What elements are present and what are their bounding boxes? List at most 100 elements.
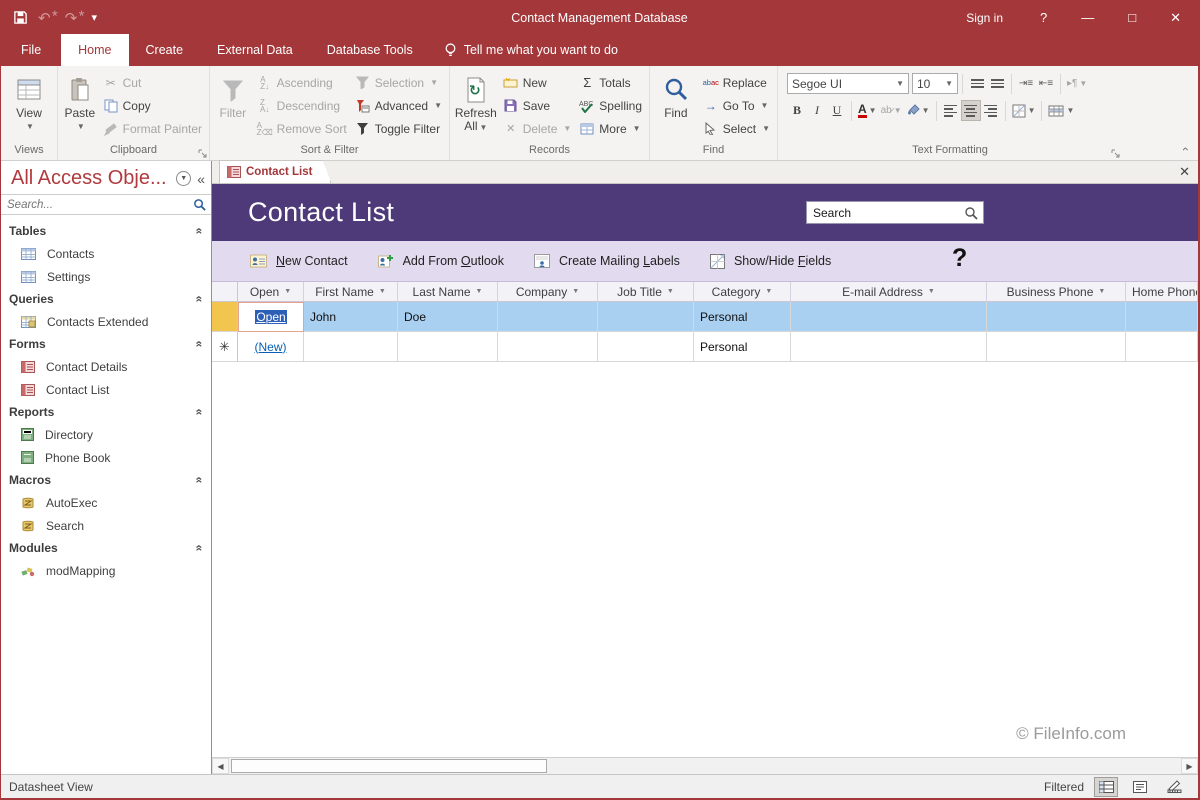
copy-button[interactable]: Copy: [99, 94, 206, 117]
chevron-down-icon[interactable]: ▼: [572, 288, 579, 295]
sign-in-button[interactable]: Sign in: [946, 1, 1023, 34]
cell-category[interactable]: Personal: [694, 332, 791, 362]
column-header-business-phone[interactable]: Business Phone▼: [987, 282, 1126, 302]
collapse-section-icon[interactable]: «: [193, 341, 207, 348]
help-question-mark[interactable]: ?: [952, 244, 967, 273]
totals-button[interactable]: Σ Totals: [575, 71, 646, 94]
tab-external-data[interactable]: External Data: [200, 34, 310, 66]
nav-item-settings[interactable]: Settings: [1, 265, 211, 288]
chevron-down-icon[interactable]: ▼: [1098, 288, 1105, 295]
decrease-indent-button[interactable]: ⇤≡: [1036, 73, 1056, 94]
cell-last-name[interactable]: [398, 332, 498, 362]
search-icon[interactable]: [959, 206, 983, 220]
nav-item-autoexec[interactable]: AutoExec: [1, 491, 211, 514]
cell-home-phone[interactable]: [1126, 302, 1198, 332]
close-object-icon[interactable]: ✕: [1179, 164, 1190, 180]
nav-item-modmapping[interactable]: modMapping: [1, 559, 211, 582]
collapse-section-icon[interactable]: «: [193, 409, 207, 416]
collapse-section-icon[interactable]: «: [193, 228, 207, 235]
chevron-down-icon[interactable]: ▼: [667, 288, 674, 295]
cell-first-name[interactable]: [304, 332, 398, 362]
close-button[interactable]: ✕: [1153, 1, 1198, 34]
collapse-ribbon-icon[interactable]: ‹: [1179, 147, 1193, 151]
open-record-cell[interactable]: (New): [238, 332, 304, 362]
collapse-section-icon[interactable]: «: [193, 545, 207, 552]
cell-business-phone[interactable]: [987, 332, 1126, 362]
scroll-left-icon[interactable]: ◀: [212, 758, 229, 774]
nav-section-macros[interactable]: Macros«: [1, 469, 211, 491]
tab-create[interactable]: Create: [129, 34, 201, 66]
tab-file[interactable]: File: [1, 34, 61, 66]
cell-company[interactable]: [498, 302, 598, 332]
replace-button[interactable]: abac Replace: [699, 71, 774, 94]
new-record-selector[interactable]: ✳: [212, 332, 238, 362]
minimize-button[interactable]: —: [1064, 1, 1111, 34]
nav-item-contacts-extended[interactable]: Contacts Extended: [1, 310, 211, 333]
cell-job-title[interactable]: [598, 332, 694, 362]
chevron-down-icon[interactable]: ▼: [379, 288, 386, 295]
scroll-right-icon[interactable]: ▶: [1181, 758, 1198, 774]
cell-email[interactable]: [791, 332, 987, 362]
column-header-last-name[interactable]: Last Name▼: [398, 282, 498, 302]
cell-job-title[interactable]: [598, 302, 694, 332]
save-icon[interactable]: [13, 10, 28, 25]
nav-section-forms[interactable]: Forms«: [1, 333, 211, 355]
chevron-down-icon[interactable]: ▼: [928, 288, 935, 295]
help-button[interactable]: ?: [1023, 1, 1064, 34]
cell-business-phone[interactable]: [987, 302, 1126, 332]
nav-item-phone-book[interactable]: Phone Book: [1, 446, 211, 469]
contact-search-input[interactable]: [807, 206, 959, 220]
toggle-filter-button[interactable]: Toggle Filter: [351, 117, 446, 140]
select-all-corner[interactable]: [212, 282, 238, 302]
chevron-down-icon[interactable]: ▼: [765, 288, 772, 295]
gridlines-button[interactable]: ▼: [1010, 100, 1038, 121]
shutter-bar-close-icon[interactable]: «: [197, 171, 205, 187]
chevron-down-icon[interactable]: ▼: [476, 288, 483, 295]
paste-button[interactable]: Paste ▼: [61, 68, 99, 133]
column-header-company[interactable]: Company▼: [498, 282, 598, 302]
tab-database-tools[interactable]: Database Tools: [310, 34, 430, 66]
clipboard-dialog-launcher-icon[interactable]: [198, 149, 207, 158]
tab-contact-list[interactable]: Contact List: [219, 160, 331, 183]
maximize-button[interactable]: □: [1111, 1, 1153, 34]
add-from-outlook-button[interactable]: Add From Outlook: [370, 251, 512, 272]
nav-item-contact-details[interactable]: Contact Details: [1, 355, 211, 378]
view-button[interactable]: View ▼: [4, 68, 54, 133]
align-left-button[interactable]: [941, 100, 961, 121]
nav-item-contacts[interactable]: Contacts: [1, 242, 211, 265]
increase-indent-button[interactable]: ⇥≡: [1016, 73, 1036, 94]
spelling-button[interactable]: ABC Spelling: [575, 94, 646, 117]
nav-item-search-macro[interactable]: Search: [1, 514, 211, 537]
cell-category[interactable]: Personal: [694, 302, 791, 332]
cell-company[interactable]: [498, 332, 598, 362]
nav-item-directory[interactable]: Directory: [1, 423, 211, 446]
italic-button[interactable]: I: [807, 100, 827, 121]
nav-section-queries[interactable]: Queries«: [1, 288, 211, 310]
column-header-email[interactable]: E-mail Address▼: [791, 282, 987, 302]
contact-search-box[interactable]: [806, 201, 984, 224]
background-color-button[interactable]: ▼: [904, 100, 932, 121]
more-button[interactable]: More ▼: [575, 117, 646, 140]
nav-item-contact-list[interactable]: Contact List: [1, 378, 211, 401]
bold-button[interactable]: B: [787, 100, 807, 121]
scrollbar-thumb[interactable]: [231, 759, 547, 773]
nav-search-input[interactable]: [1, 199, 188, 211]
column-header-home-phone[interactable]: Home Phone: [1126, 282, 1198, 302]
save-record-button[interactable]: Save: [499, 94, 576, 117]
cell-email[interactable]: [791, 302, 987, 332]
form-view-button[interactable]: [1128, 777, 1152, 797]
advanced-button[interactable]: Advanced ▼: [351, 94, 446, 117]
font-color-button[interactable]: A ▼: [856, 100, 879, 121]
tab-home[interactable]: Home: [61, 34, 128, 66]
new-contact-button[interactable]: New Contact: [242, 251, 356, 271]
cell-home-phone[interactable]: [1126, 332, 1198, 362]
font-name-combobox[interactable]: Segoe UI ▼: [787, 73, 909, 94]
new-record-button[interactable]: New: [499, 71, 576, 94]
find-button[interactable]: Find: [653, 68, 699, 120]
search-icon[interactable]: [188, 198, 211, 211]
column-header-category[interactable]: Category▼: [694, 282, 791, 302]
align-center-button[interactable]: [961, 100, 981, 121]
design-view-button[interactable]: [1162, 777, 1186, 797]
record-selector-current[interactable]: [212, 302, 238, 332]
tell-me-box[interactable]: Tell me what you want to do: [430, 34, 632, 66]
